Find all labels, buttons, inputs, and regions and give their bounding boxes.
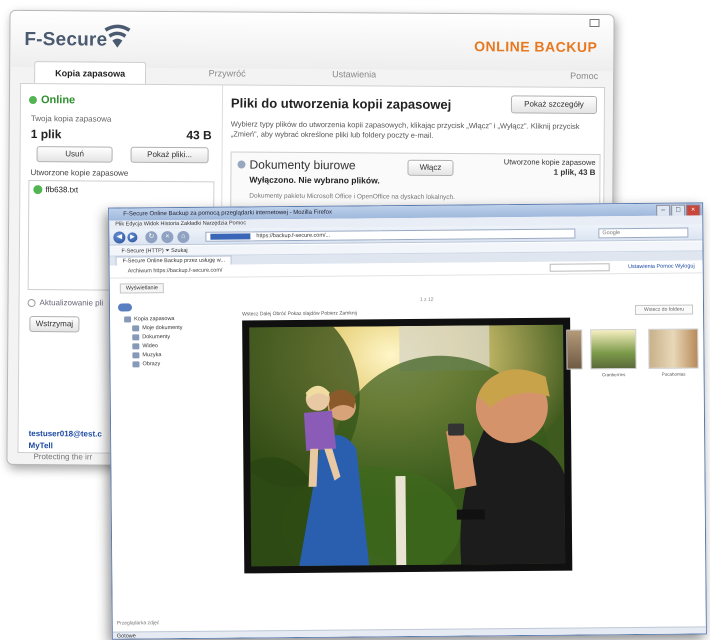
page-search-input[interactable] bbox=[549, 263, 610, 272]
tree-item-label: Muzyka bbox=[142, 352, 162, 359]
cloud-icon bbox=[117, 303, 133, 312]
show-details-button[interactable]: Pokaż szczegóły bbox=[510, 95, 598, 114]
tree-item[interactable]: Moje dokumenty bbox=[132, 324, 183, 333]
photo-viewer[interactable] bbox=[242, 317, 573, 574]
tab-settings[interactable]: Ustawienia bbox=[274, 63, 434, 86]
tree-item[interactable]: Muzyka bbox=[132, 351, 161, 360]
account-email[interactable]: testuser018@test.c bbox=[29, 429, 102, 439]
office-documents-title: Dokumenty biurowe bbox=[249, 157, 356, 173]
docs-note: Dokumenty pakietu Microsoft Office i Ope… bbox=[249, 192, 456, 202]
folder-icon bbox=[132, 342, 140, 349]
forward-icon[interactable]: ▶ bbox=[127, 232, 138, 243]
address-bar[interactable]: https://backup.f-secure.com/... bbox=[205, 228, 576, 242]
online-status-label: Online bbox=[40, 94, 76, 107]
backup-file-count: 1 plik bbox=[30, 127, 62, 142]
site-identity-icon[interactable] bbox=[210, 232, 251, 240]
tree-item-label: Moje dokumenty bbox=[142, 324, 183, 332]
back-icon[interactable]: ◀ bbox=[113, 231, 126, 244]
delete-button[interactable]: Usuń bbox=[36, 146, 113, 163]
view-tab[interactable]: Wyświetlanie bbox=[119, 283, 164, 294]
tree-item[interactable]: Kopia zapasowa bbox=[124, 315, 175, 324]
product-name: ONLINE BACKUP bbox=[474, 38, 598, 55]
status-dot-icon bbox=[237, 160, 246, 169]
family-photo bbox=[249, 324, 566, 567]
page-content: Archiwum https://backup.f-secure.com/ Us… bbox=[109, 260, 706, 640]
pause-button[interactable]: Wstrzymaj bbox=[29, 316, 80, 333]
tree-item-label: Dokumenty bbox=[142, 334, 171, 341]
tree-item[interactable]: Dokumenty bbox=[132, 333, 170, 342]
page-toolbar-links[interactable]: Ustawienia Pomoc Wyloguj bbox=[628, 260, 695, 274]
back-to-folder-button[interactable]: Wstecz do folderu bbox=[634, 304, 694, 316]
folder-icon bbox=[132, 324, 140, 331]
update-option[interactable]: Aktualizowanie pli bbox=[27, 298, 104, 308]
thumbnail[interactable] bbox=[566, 329, 583, 370]
tree-item-label: Wideo bbox=[142, 343, 158, 350]
tree-item-label: Obrazy bbox=[142, 361, 161, 368]
home-icon[interactable]: ⌂ bbox=[177, 230, 190, 244]
online-status: Online bbox=[28, 94, 76, 107]
docs-created-value: 1 plik, 43 B bbox=[553, 167, 596, 177]
docs-created-label: Utworzone kopie zapasowe bbox=[503, 157, 596, 167]
photo-counter: 1 z 12 bbox=[419, 296, 434, 303]
backups-label: Twoja kopia zapasowa bbox=[30, 114, 112, 124]
folder-icon bbox=[124, 315, 132, 323]
docs-status: Wyłączono. Nie wybrano plików. bbox=[249, 174, 380, 186]
file-name: ffb638.txt bbox=[45, 185, 79, 195]
thumbnail-label: Cranberries bbox=[601, 372, 626, 378]
tree-item[interactable]: Wideo bbox=[132, 342, 158, 351]
address-text: https://backup.f-secure.com/... bbox=[256, 232, 331, 240]
browser-title: F-Secure Online Backup za pomocą przeglą… bbox=[123, 209, 332, 218]
stop-icon[interactable]: × bbox=[161, 231, 174, 244]
tree-item[interactable]: Obrazy bbox=[132, 360, 160, 369]
thumbnail-strip: Cranberries Pocahontas bbox=[566, 328, 702, 384]
folder-icon bbox=[132, 360, 140, 367]
folder-icon bbox=[132, 351, 140, 358]
update-label: Aktualizowanie pli bbox=[39, 298, 104, 308]
created-backups-label: Utworzone kopie zapasowe bbox=[30, 168, 129, 178]
radio-icon[interactable] bbox=[27, 298, 36, 307]
thumbnail[interactable] bbox=[590, 329, 637, 370]
page-status-line: Przeglądarka zdjęć bbox=[116, 620, 160, 627]
tab-backup[interactable]: Kopia zapasowa bbox=[34, 61, 147, 84]
fsecure-logo-icon bbox=[104, 24, 131, 48]
online-status-icon bbox=[28, 96, 37, 105]
page-toolbar-text: Archiwum https://backup.f-secure.com/ bbox=[127, 267, 223, 275]
help-link[interactable]: Pomoc bbox=[570, 65, 598, 87]
tree-item-label: Kopia zapasowa bbox=[134, 316, 175, 323]
thumbnail-label: Pocahontas bbox=[661, 371, 686, 377]
folder-icon bbox=[132, 333, 140, 340]
docs-created-info: Utworzone kopie zapasowe 1 plik, 43 B bbox=[504, 157, 596, 178]
page-title: Pliki do utworzenia kopii zapasowej bbox=[230, 95, 452, 112]
enable-button[interactable]: Włącz bbox=[407, 159, 454, 176]
account-link[interactable]: MyTell bbox=[29, 441, 53, 450]
browser-statusbar: Gotowe bbox=[112, 626, 706, 640]
minimize-icon[interactable] bbox=[589, 18, 600, 28]
folder-tree: Kopia zapasowa Moje dokumenty Dokumenty … bbox=[117, 303, 234, 394]
search-input[interactable]: Google bbox=[598, 227, 689, 239]
fsecure-logo: F-Secure bbox=[24, 28, 108, 51]
backup-file-size: 43 B bbox=[186, 128, 212, 143]
list-item[interactable]: ffb638.txt bbox=[33, 185, 78, 195]
browser-window: F-Secure Online Backup za pomocą przeglą… bbox=[108, 202, 707, 640]
window-controls: – □ × bbox=[655, 204, 701, 217]
description-text: Wybierz typy plików do utworzenia kopii … bbox=[230, 119, 580, 140]
thumbnail[interactable] bbox=[648, 328, 699, 369]
show-files-button[interactable]: Pokaż pliki... bbox=[130, 146, 209, 164]
reload-icon[interactable]: ↻ bbox=[145, 231, 158, 244]
file-ok-icon bbox=[33, 185, 43, 195]
